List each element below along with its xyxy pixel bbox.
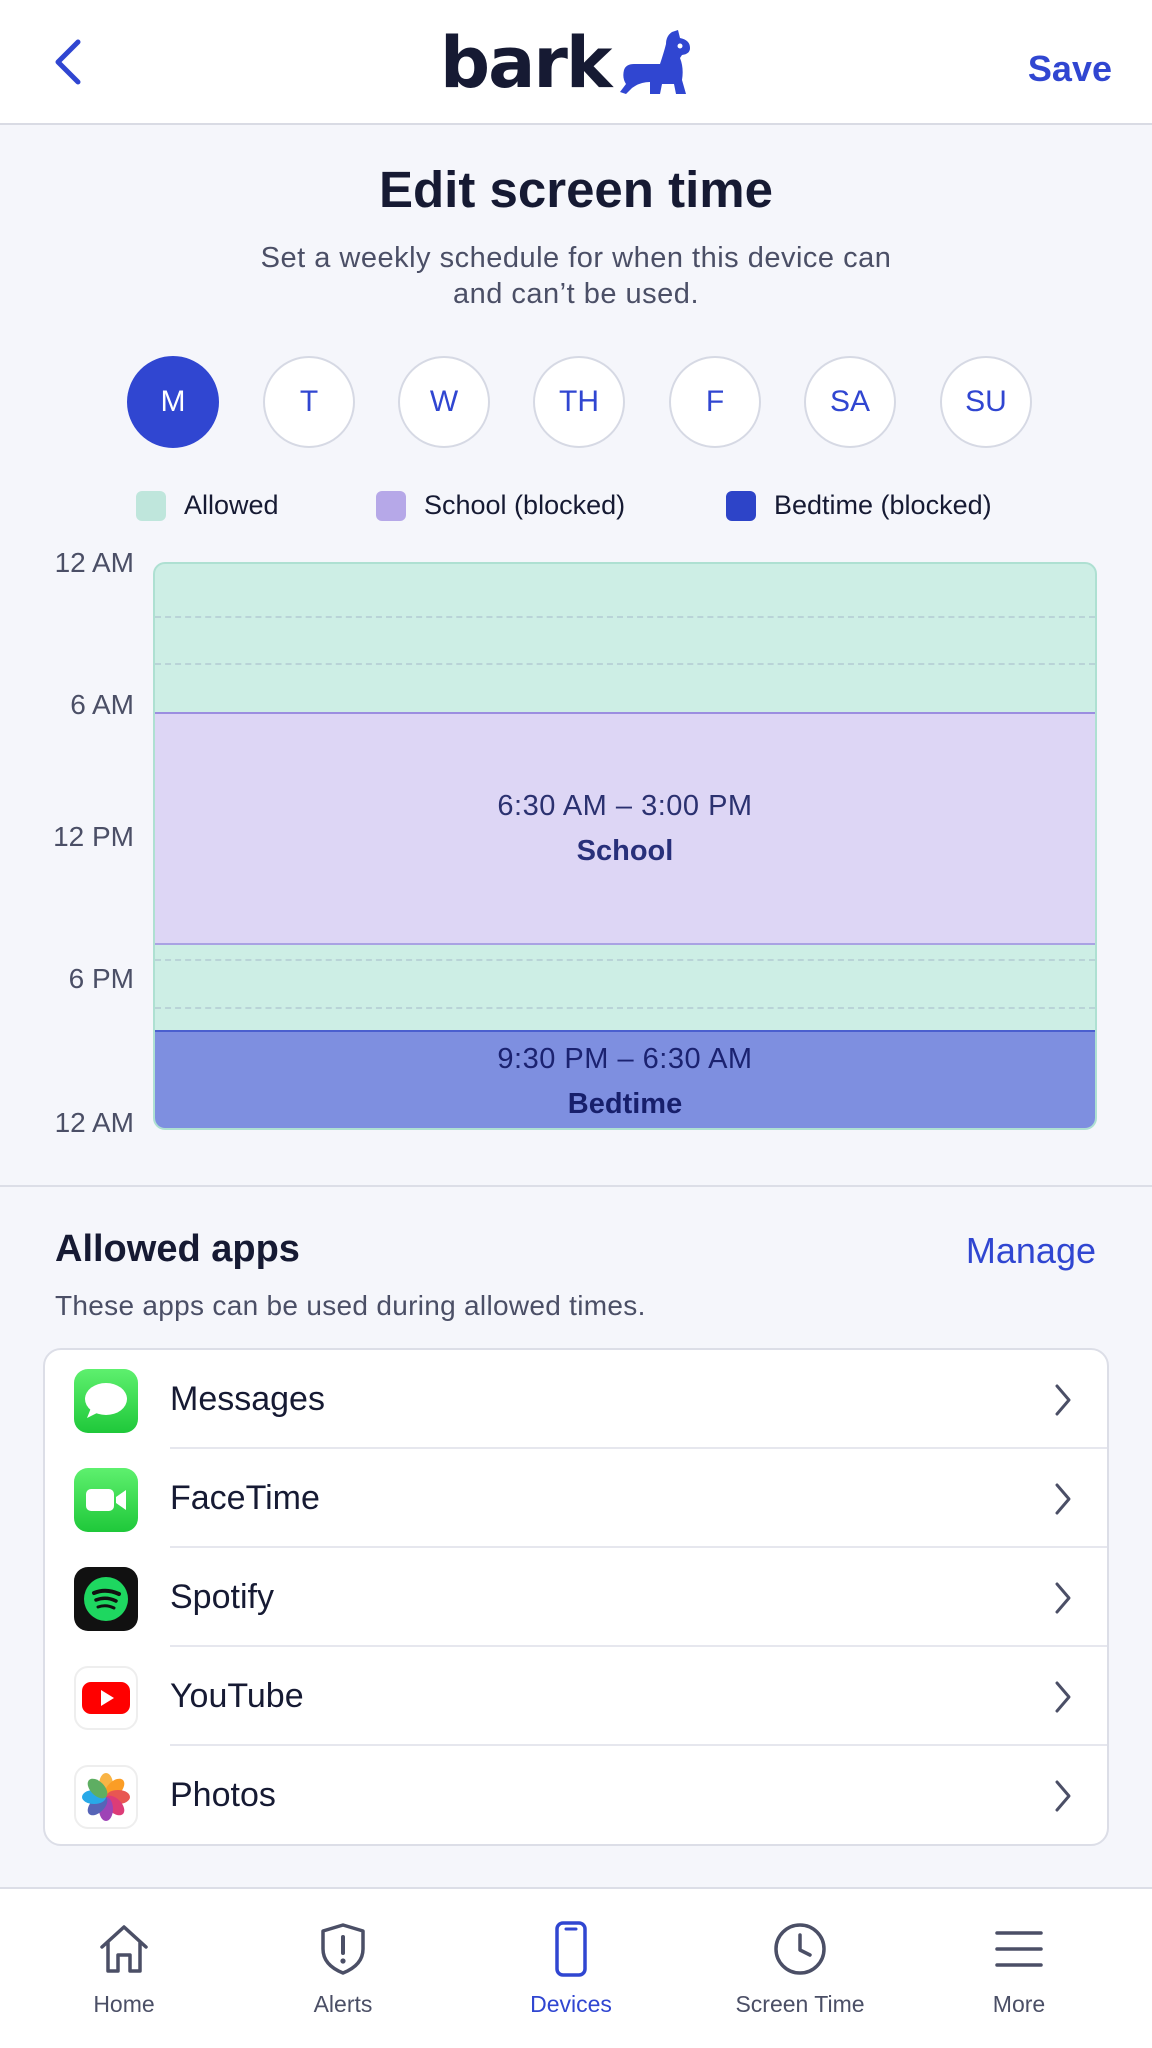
bedtime-block[interactable]: 9:30 PM – 6:30 AM Bedtime <box>155 1030 1095 1128</box>
app-row-messages[interactable]: Messages <box>45 1350 1107 1449</box>
hour-label: 12 AM <box>54 1107 134 1138</box>
gridline <box>155 616 1095 618</box>
photos-icon <box>74 1765 138 1829</box>
legend-label: School (blocked) <box>424 490 626 520</box>
day-button-monday[interactable]: M <box>127 356 219 448</box>
gridline <box>155 1007 1095 1009</box>
nav-home[interactable]: Home <box>24 1919 224 2029</box>
bedtime-time-range: 9:30 PM – 6:30 AM <box>497 1043 753 1075</box>
spotify-icon <box>74 1567 138 1631</box>
nav-devices[interactable]: Devices <box>471 1919 671 2029</box>
bedtime-label: Bedtime <box>567 1088 683 1120</box>
bottom-navigation: Home Alerts Devices Screen Time More <box>0 1887 1152 2048</box>
nav-label: Devices <box>530 1991 612 2017</box>
nav-label: Screen Time <box>735 1991 865 2017</box>
home-icon <box>100 1925 148 1973</box>
nav-label: Home <box>93 1991 155 2017</box>
day-button-wednesday[interactable]: W <box>398 356 490 448</box>
app-row-photos[interactable]: Photos <box>45 1746 1107 1844</box>
app-name: Spotify <box>170 1578 274 1616</box>
legend-item-allowed: Allowed <box>136 490 279 521</box>
chevron-left-icon <box>55 39 81 85</box>
nav-label: More <box>992 1991 1046 2017</box>
day-button-friday[interactable]: F <box>669 356 761 448</box>
facetime-icon <box>74 1468 138 1532</box>
hour-label: 6 PM <box>68 963 134 994</box>
day-button-tuesday[interactable]: T <box>263 356 355 448</box>
school-time-range: 6:30 AM – 3:00 PM <box>497 789 753 822</box>
daily-schedule[interactable]: 6:30 AM – 3:00 PM School 9:30 PM – 6:30 … <box>153 562 1097 1130</box>
dog-logo-icon <box>620 29 691 94</box>
legend-swatch-allowed <box>136 490 166 521</box>
day-button-saturday[interactable]: SA <box>804 356 896 448</box>
gridline <box>155 663 1095 665</box>
clock-icon <box>774 1923 826 1975</box>
chevron-right-icon <box>1055 1681 1071 1713</box>
subtitle-line: Set a weekly schedule for when this devi… <box>260 242 892 274</box>
nav-more[interactable]: More <box>919 1919 1119 2029</box>
app-name: Messages <box>170 1380 325 1418</box>
hour-label: 6 AM <box>70 689 134 720</box>
app-name: Photos <box>170 1776 276 1814</box>
manage-apps-link[interactable]: Manage <box>966 1230 1096 1272</box>
school-label: School <box>576 834 674 867</box>
legend-label: Bedtime (blocked) <box>774 490 992 520</box>
legend-swatch-bedtime <box>726 490 756 521</box>
section-divider <box>0 1185 1152 1187</box>
legend-item-school: School (blocked) <box>376 490 625 521</box>
nav-alerts[interactable]: Alerts <box>243 1919 443 2029</box>
app-header: bark Save <box>0 0 1152 125</box>
school-block[interactable]: 6:30 AM – 3:00 PM School <box>155 712 1095 945</box>
legend-label: Allowed <box>184 490 279 520</box>
save-button[interactable]: Save <box>1028 48 1112 90</box>
app-row-spotify[interactable]: Spotify <box>45 1548 1107 1647</box>
allowed-apps-subtitle: These apps can be used during allowed ti… <box>55 1290 646 1321</box>
allowed-apps-title: Allowed apps <box>55 1228 300 1270</box>
chevron-right-icon <box>1055 1483 1071 1515</box>
page-title: Edit screen time <box>379 161 773 218</box>
gridline <box>155 959 1095 961</box>
app-name: FaceTime <box>170 1479 320 1517</box>
allowed-apps-list: Messages FaceTime Spotify YouTube Photos <box>43 1348 1109 1846</box>
logo-wordmark: bark <box>440 21 612 104</box>
chevron-right-icon <box>1055 1582 1071 1614</box>
hour-label: 12 PM <box>53 821 134 852</box>
page-subtitle: Set a weekly schedule for when this devi… <box>226 240 926 312</box>
phone-device-icon <box>555 1921 587 1977</box>
app-row-youtube[interactable]: YouTube <box>45 1647 1107 1746</box>
schedule-legend: Allowed School (blocked) Bedtime (blocke… <box>0 490 1152 526</box>
nav-label: Alerts <box>313 1991 373 2017</box>
hour-label: 12 AM <box>54 547 134 578</box>
day-button-sunday[interactable]: SU <box>940 356 1032 448</box>
menu-icon <box>995 1931 1043 1967</box>
app-row-facetime[interactable]: FaceTime <box>45 1449 1107 1548</box>
app-name: YouTube <box>170 1677 304 1715</box>
day-button-thursday[interactable]: TH <box>533 356 625 448</box>
alert-shield-icon <box>321 1923 365 1975</box>
legend-swatch-school <box>376 490 406 521</box>
chevron-right-icon <box>1055 1780 1071 1812</box>
messages-icon <box>74 1369 138 1433</box>
back-button[interactable] <box>36 30 100 94</box>
youtube-icon <box>74 1666 138 1730</box>
nav-screen-time[interactable]: Screen Time <box>700 1919 900 2029</box>
subtitle-line: and can’t be used. <box>452 278 699 310</box>
legend-item-bedtime: Bedtime (blocked) <box>726 490 992 521</box>
bark-logo: bark <box>440 20 694 105</box>
chevron-right-icon <box>1055 1384 1071 1416</box>
day-selector: M T W TH F SA SU <box>127 356 1032 448</box>
